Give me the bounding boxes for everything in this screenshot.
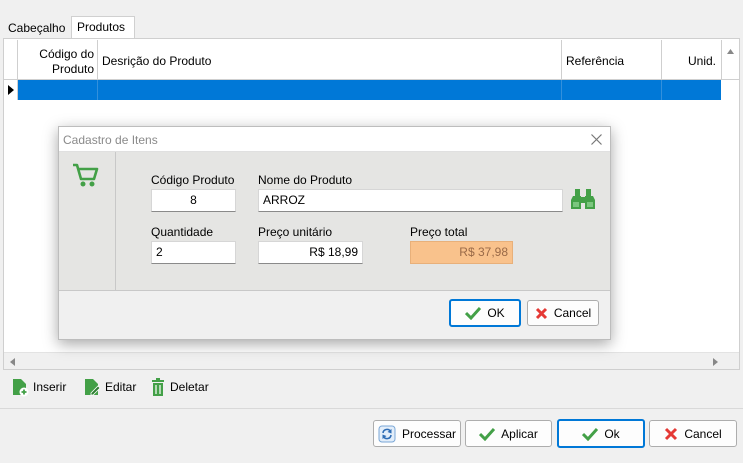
dialog-cancel-button[interactable]: Cancel — [527, 300, 599, 326]
edit-label: Editar — [105, 380, 137, 394]
vscroll-top[interactable] — [722, 40, 739, 80]
edit-file-icon — [85, 378, 101, 395]
dialog-titlebar[interactable]: Cadastro de Itens — [59, 127, 610, 152]
process-label: Processar — [401, 426, 457, 441]
table-row-selected[interactable] — [4, 80, 721, 100]
insert-button[interactable]: Inserir — [11, 377, 66, 397]
product-name-field[interactable]: ARROZ — [258, 189, 563, 212]
apply-button[interactable]: Aplicar — [465, 420, 552, 447]
col-header-unid[interactable]: Unid. — [662, 40, 722, 80]
row-pointer-icon — [8, 85, 14, 95]
tab-produtos[interactable]: Produtos — [71, 16, 135, 38]
close-icon[interactable] — [591, 134, 602, 145]
insert-file-icon — [13, 378, 29, 396]
cell-descricao[interactable] — [98, 80, 562, 100]
code-label: Código Produto — [151, 173, 235, 187]
scroll-up-icon — [727, 49, 734, 54]
check-icon — [479, 427, 496, 441]
col-header-referencia[interactable]: Referência — [562, 40, 662, 80]
dialog-title: Cadastro de Itens — [63, 133, 158, 147]
refresh-icon — [378, 425, 396, 442]
edit-button[interactable]: Editar — [83, 377, 136, 397]
code-field[interactable]: 8 — [151, 189, 236, 212]
cart-icon — [73, 163, 99, 187]
close-icon — [535, 307, 547, 319]
close-icon — [665, 427, 678, 440]
total-price-field: R$ 37,98 — [410, 241, 513, 264]
scroll-right-icon[interactable] — [710, 357, 720, 367]
col-header-codigo[interactable]: Código do Produto — [18, 40, 98, 80]
insert-label: Inserir — [33, 380, 67, 394]
scroll-left-icon[interactable] — [8, 357, 18, 367]
cell-codigo[interactable] — [18, 80, 98, 100]
footer-divider — [0, 408, 743, 409]
check-icon — [465, 306, 482, 320]
ok-button[interactable]: Ok — [557, 419, 645, 448]
quantity-field[interactable]: 2 — [151, 241, 236, 264]
check-icon — [582, 427, 599, 441]
total-price-label: Preço total — [410, 225, 468, 239]
quantity-label: Quantidade — [151, 225, 214, 239]
dialog-ok-button[interactable]: OK — [449, 299, 521, 327]
cell-referencia[interactable] — [562, 80, 662, 100]
binoculars-icon[interactable] — [570, 188, 596, 212]
dialog-ok-label: OK — [487, 306, 505, 320]
dialog-side-panel — [59, 152, 116, 291]
col-header-descricao[interactable]: Desrição do Produto — [98, 40, 562, 80]
dialog-body: Código Produto 8 Nome do Produto ARROZ Q… — [59, 152, 610, 291]
apply-label: Aplicar — [501, 426, 538, 441]
unit-price-label: Preço unitário — [258, 225, 333, 239]
horizontal-scrollbar[interactable] — [4, 352, 739, 369]
unit-price-field[interactable]: R$ 18,99 — [258, 241, 363, 264]
trash-icon — [152, 377, 164, 396]
dialog-cancel-label: Cancel — [553, 306, 592, 320]
delete-button[interactable]: Deletar — [150, 377, 209, 397]
grid-corner — [4, 40, 18, 80]
tab-cabecalho[interactable]: Cabeçalho — [3, 18, 73, 38]
name-label: Nome do Produto — [258, 173, 353, 187]
ok-label: Ok — [604, 426, 620, 441]
row-indicator — [4, 80, 18, 100]
delete-label: Deletar — [170, 380, 209, 394]
grid-header: Código do Produto Desrição do Produto Re… — [4, 40, 739, 80]
item-dialog: Cadastro de Itens Código Produto 8 Nome … — [58, 126, 611, 340]
cancel-label: Cancel — [684, 426, 722, 441]
process-button[interactable]: Processar — [373, 420, 461, 447]
cancel-button[interactable]: Cancel — [649, 420, 737, 447]
